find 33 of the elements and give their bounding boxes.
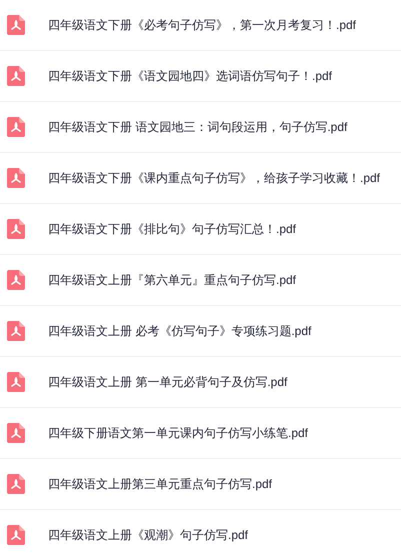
file-list-item[interactable]: 四年级语文上册《观潮》句子仿写.pdf	[0, 510, 401, 555]
file-list-item[interactable]: 四年级语文下册《必考句子仿写》，第一次月考复习！.pdf	[0, 0, 401, 51]
file-name: 四年级语文上册 第一单元必背句子及仿写.pdf	[48, 374, 288, 390]
file-list-item[interactable]: 四年级语文上册『第六单元』重点句子仿写.pdf	[0, 255, 401, 306]
pdf-file-icon	[7, 372, 25, 392]
file-name: 四年级语文下册《课内重点句子仿写》，给孩子学习收藏！.pdf	[48, 170, 380, 186]
file-name: 四年级语文下册《语文园地四》选词语仿写句子！.pdf	[48, 68, 332, 84]
file-list-item[interactable]: 四年级语文下册《排比句》句子仿写汇总！.pdf	[0, 204, 401, 255]
pdf-file-icon	[7, 423, 25, 443]
file-list-item[interactable]: 四年级语文上册 必考《仿写句子》专项练习题.pdf	[0, 306, 401, 357]
pdf-file-icon	[7, 15, 25, 35]
file-list-item[interactable]: 四年级语文上册 第一单元必背句子及仿写.pdf	[0, 357, 401, 408]
pdf-file-icon	[7, 117, 25, 137]
file-name: 四年级语文上册《观潮》句子仿写.pdf	[48, 526, 248, 544]
pdf-file-icon	[7, 270, 25, 290]
file-name: 四年级语文下册《排比句》句子仿写汇总！.pdf	[48, 220, 296, 238]
file-list-item[interactable]: 四年级语文下册《课内重点句子仿写》，给孩子学习收藏！.pdf	[0, 153, 401, 204]
file-name: 四年级语文上册 必考《仿写句子》专项练习题.pdf	[48, 322, 312, 340]
file-name: 四年级语文上册第三单元重点句子仿写.pdf	[48, 476, 272, 492]
pdf-file-icon	[7, 168, 25, 188]
file-list-item[interactable]: 四年级语文下册 语文园地三：词句段运用，句子仿写.pdf	[0, 102, 401, 153]
file-list-item[interactable]: 四年级语文下册《语文园地四》选词语仿写句子！.pdf	[0, 51, 401, 102]
pdf-file-icon	[7, 66, 25, 86]
file-list-item[interactable]: 四年级下册语文第一单元课内句子仿写小练笔.pdf	[0, 408, 401, 459]
pdf-file-icon	[7, 219, 25, 239]
file-list-item[interactable]: 四年级语文上册第三单元重点句子仿写.pdf	[0, 459, 401, 510]
file-name: 四年级语文下册 语文园地三：词句段运用，句子仿写.pdf	[48, 118, 348, 136]
pdf-file-icon	[7, 321, 25, 341]
file-name: 四年级语文上册『第六单元』重点句子仿写.pdf	[48, 272, 296, 288]
pdf-file-icon	[7, 474, 25, 494]
file-name: 四年级语文下册《必考句子仿写》，第一次月考复习！.pdf	[48, 16, 356, 34]
file-name: 四年级下册语文第一单元课内句子仿写小练笔.pdf	[48, 424, 308, 442]
pdf-file-icon	[7, 525, 25, 545]
